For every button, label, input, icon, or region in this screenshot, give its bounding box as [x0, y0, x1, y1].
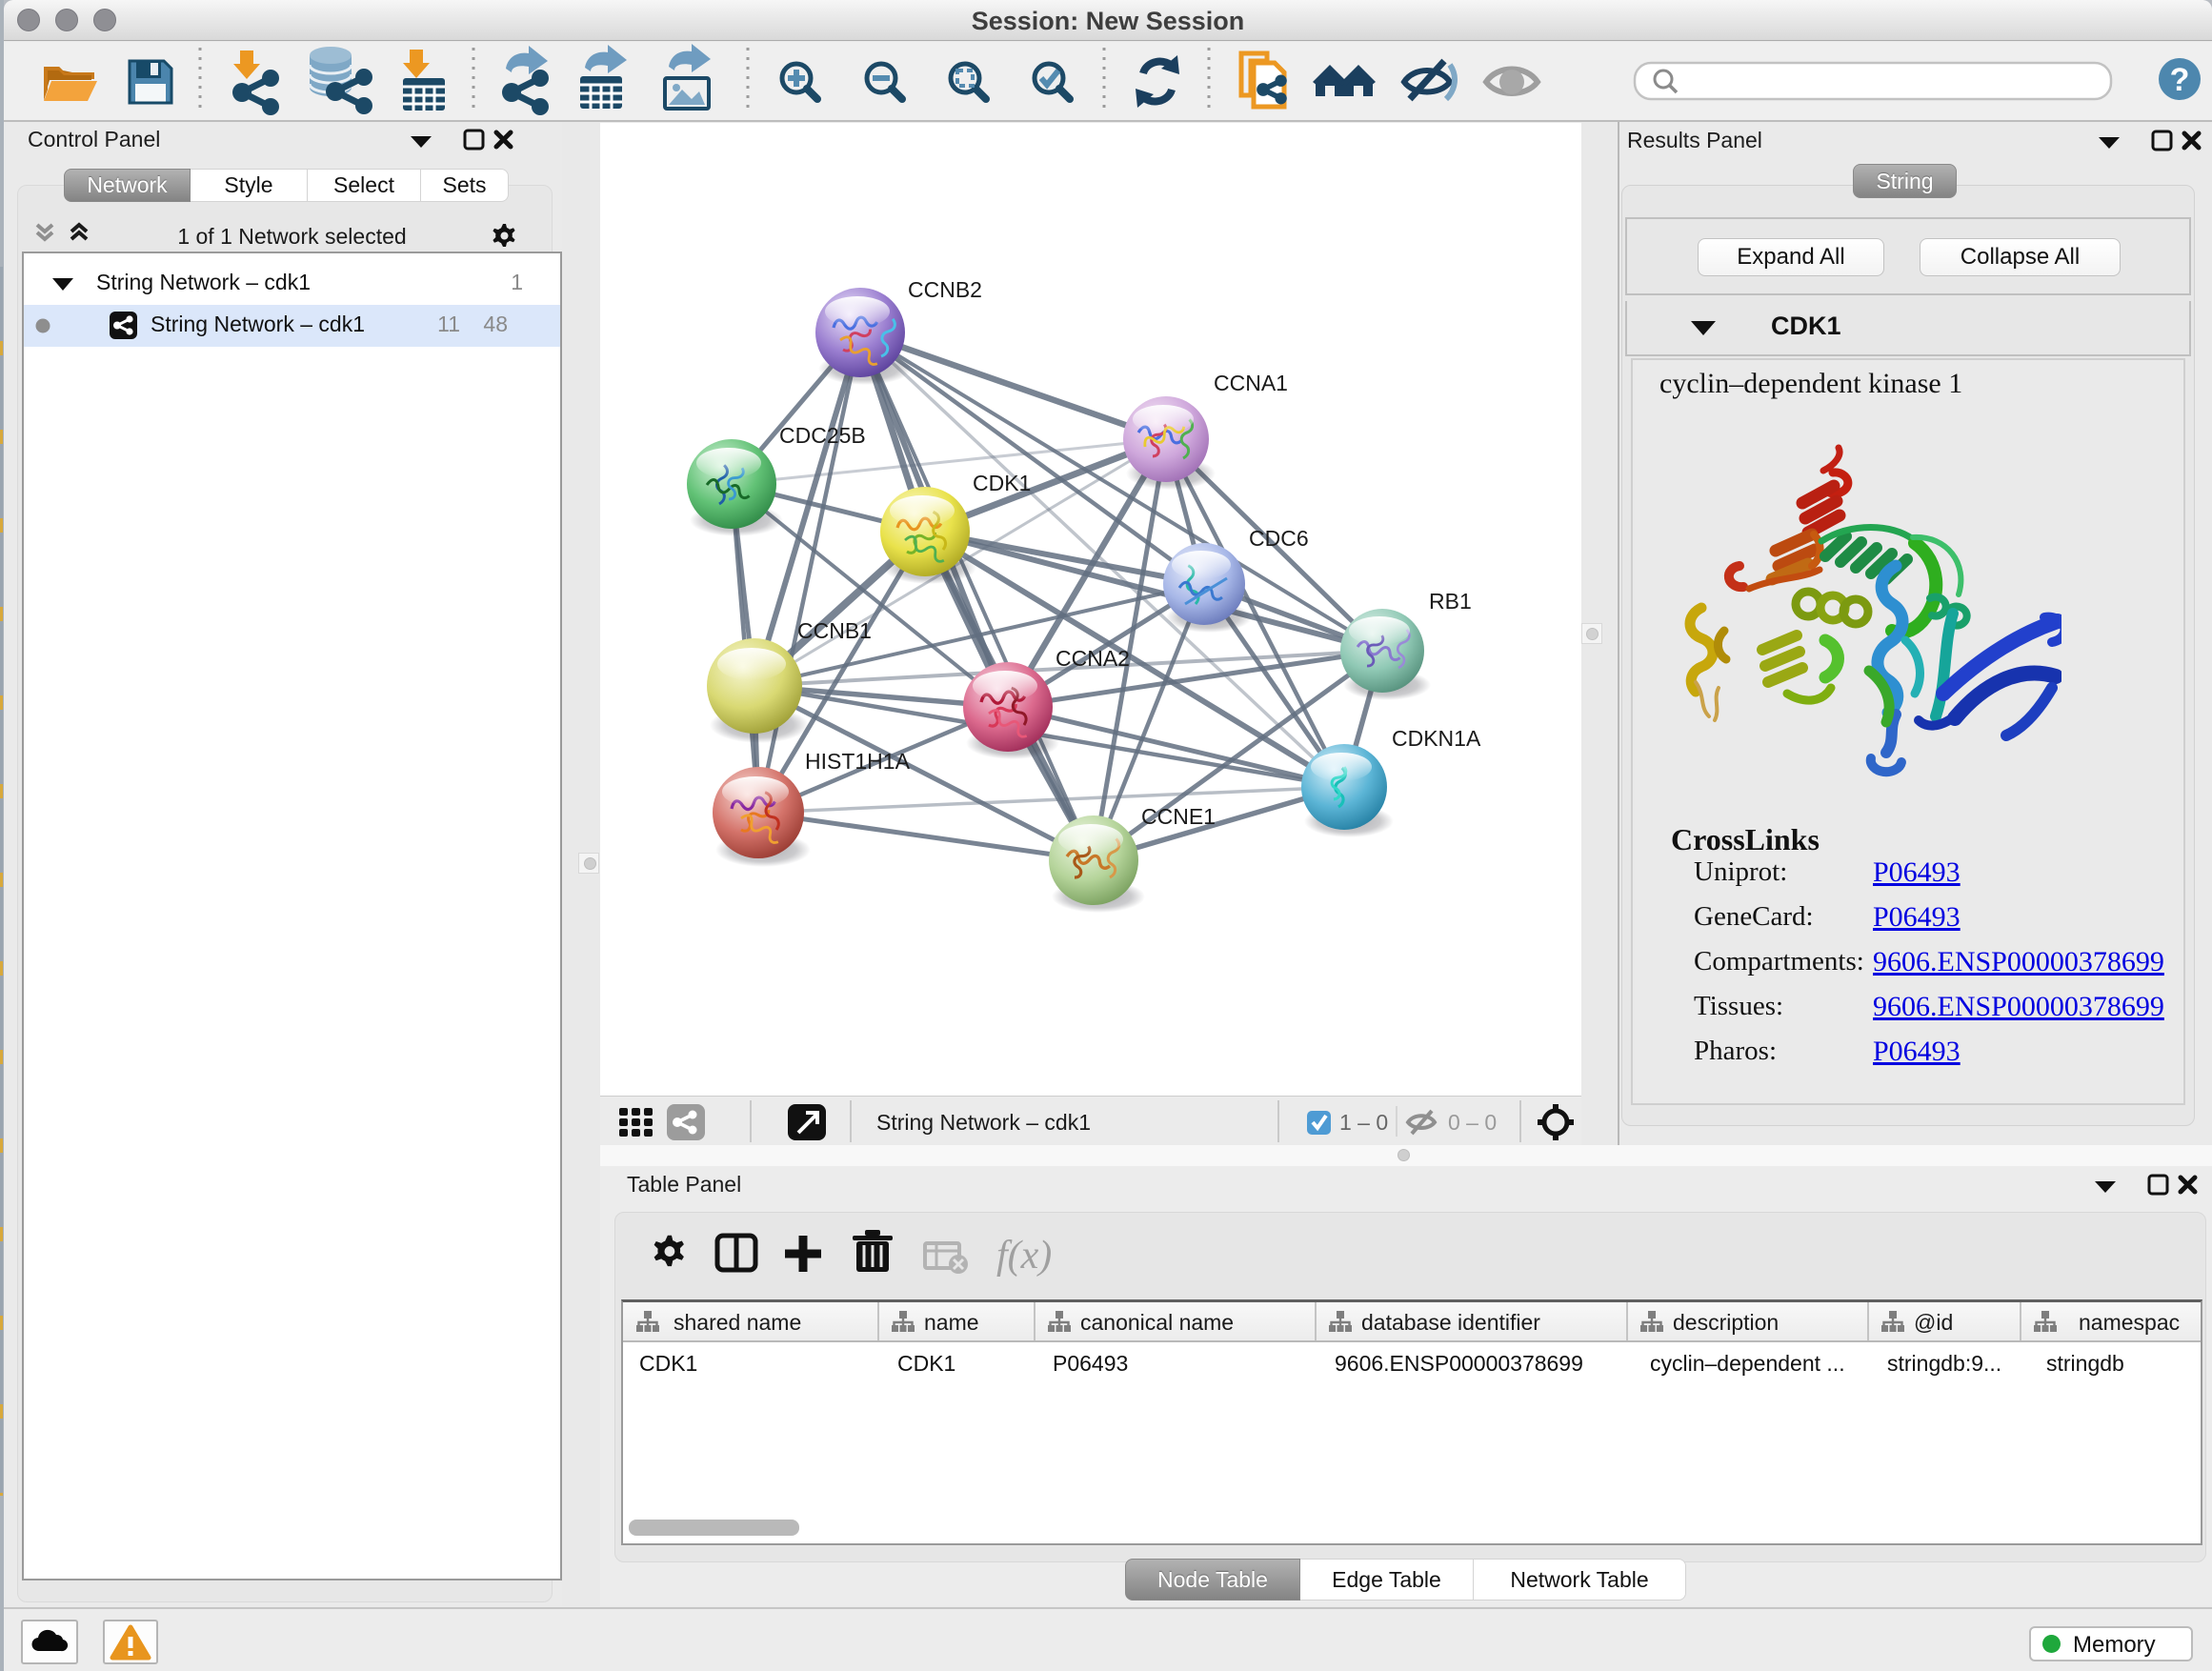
svg-text:@id: @id [1914, 1310, 1953, 1335]
svg-text:RB1: RB1 [1429, 589, 1472, 614]
svg-text:CDC6: CDC6 [1249, 526, 1309, 551]
svg-text:CCNB1: CCNB1 [797, 618, 872, 643]
svg-text:HIST1H1A: HIST1H1A [805, 749, 911, 774]
svg-text:description: description [1673, 1310, 1779, 1335]
svg-text:CCNB2: CCNB2 [908, 277, 982, 302]
svg-text:1 – 0: 1 – 0 [1339, 1110, 1388, 1135]
svg-text:CDK1: CDK1 [973, 471, 1031, 495]
svg-text:String Network – cdk1: String Network – cdk1 [876, 1110, 1091, 1135]
svg-text:canonical name: canonical name [1080, 1310, 1234, 1335]
svg-text:0 – 0: 0 – 0 [1448, 1110, 1497, 1135]
svg-text:f(x): f(x) [996, 1234, 1052, 1278]
svg-text:CDC25B: CDC25B [779, 423, 866, 448]
svg-text:shared name: shared name [674, 1310, 801, 1335]
svg-text:name: name [924, 1310, 979, 1335]
svg-text:CCNE1: CCNE1 [1141, 804, 1216, 829]
svg-text:namespac: namespac [2079, 1310, 2180, 1335]
svg-text:CDKN1A: CDKN1A [1392, 726, 1481, 751]
svg-text:CCNA1: CCNA1 [1214, 371, 1288, 395]
svg-text:?: ? [2170, 62, 2190, 98]
svg-text:CCNA2: CCNA2 [1056, 646, 1130, 671]
svg-text:database identifier: database identifier [1361, 1310, 1540, 1335]
